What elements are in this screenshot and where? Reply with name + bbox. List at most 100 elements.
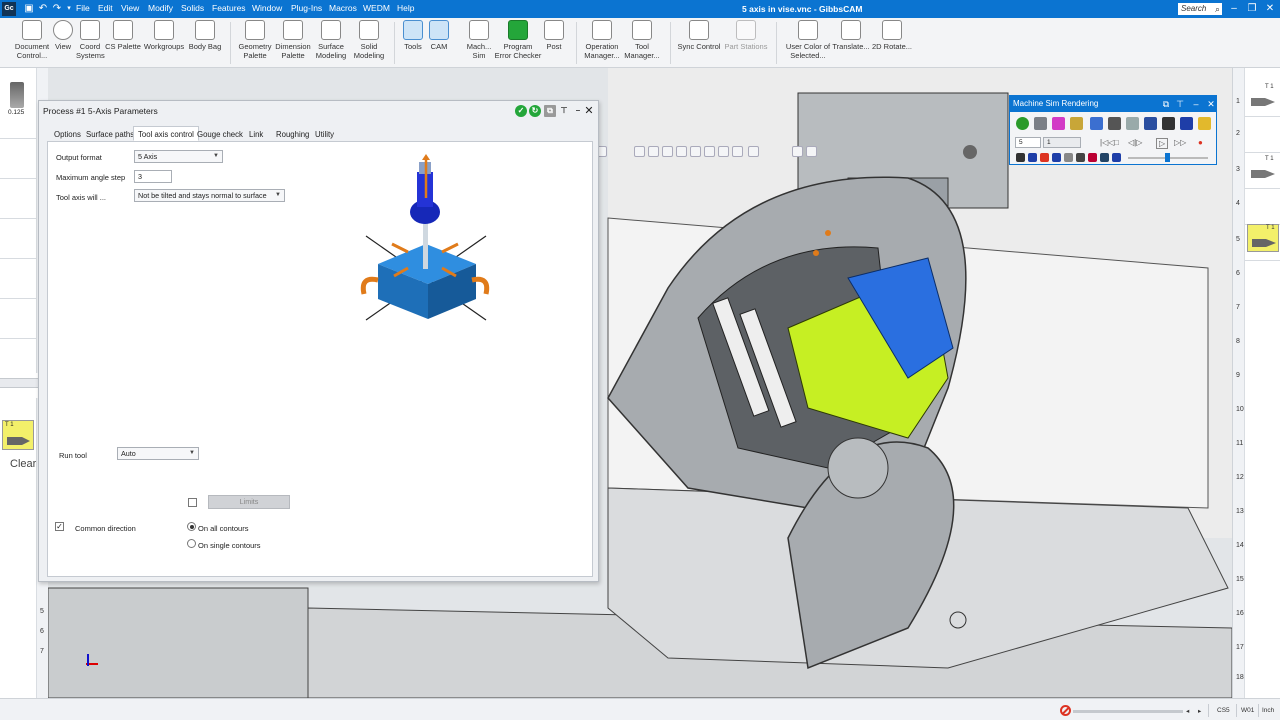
undo-icon[interactable]: ↶ [36,2,50,16]
cam-button[interactable]: CAM [426,20,452,51]
wcs-indicator[interactable]: W01 [1241,707,1254,714]
menu-view[interactable]: View [121,3,139,13]
render-mode-icon[interactable] [718,146,729,157]
limits-checkbox[interactable] [188,498,197,507]
pin-icon[interactable]: ⊤ [558,105,570,117]
sim-tool-icon[interactable] [1070,117,1083,130]
dimension-palette-button[interactable]: Dimension Palette [274,20,312,60]
tab-gouge-check[interactable]: Gouge check [192,126,248,141]
sim-mode-icon[interactable] [1100,153,1109,162]
document-control-button[interactable]: Document Control... [12,20,52,60]
minimize-icon[interactable]: – [1190,98,1202,110]
pin-icon[interactable]: ⊤ [1174,98,1186,110]
sim-mode-icon[interactable] [1064,153,1073,162]
sim-color-icon[interactable] [1052,117,1065,130]
slider-thumb[interactable] [1165,153,1170,162]
render-mode-icon[interactable] [662,146,673,157]
play-icon[interactable]: ▷ [1156,138,1169,149]
solid-modeling-button[interactable]: Solid Modeling [350,20,388,60]
menu-edit[interactable]: Edit [98,3,113,13]
body-bag-button[interactable]: Body Bag [186,20,224,51]
clear-button[interactable]: Clear [10,458,36,470]
output-format-select[interactable]: 5 Axis ▼ [134,150,223,163]
tab-surface-paths[interactable]: Surface paths [81,126,139,141]
copy-icon[interactable]: ⧉ [544,105,556,117]
apply-icon[interactable]: ↻ [529,105,541,117]
menu-solids[interactable]: Solids [181,3,204,13]
close-icon[interactable]: ✕ [1205,98,1217,110]
rotate-2d-button[interactable]: 2D Rotate... [870,20,914,51]
save-icon[interactable] [1180,117,1193,130]
run-tool-select[interactable]: Auto ▼ [117,447,199,460]
sim-mode-icon[interactable] [1076,153,1085,162]
scrollbar[interactable] [1233,68,1245,698]
geometry-palette-button[interactable]: Geometry Palette [236,20,274,60]
units-indicator[interactable]: Inch [1262,707,1274,714]
view-button[interactable]: View [52,20,74,51]
sim-mode-icon[interactable] [1052,153,1061,162]
open-folder-icon[interactable] [1198,117,1211,130]
lock-icon[interactable] [1108,117,1121,130]
tool-axis-select[interactable]: Not be tilted and stays normal to surfac… [134,189,285,202]
render-mode-icon[interactable] [690,146,701,157]
all-contours-radio[interactable] [187,522,196,531]
close-button[interactable]: ✕ [1262,2,1278,16]
eye-icon[interactable] [1162,117,1175,130]
menu-wedm[interactable]: WEDM [363,3,390,13]
tab-roughing[interactable]: Roughing [271,126,314,141]
rewind-icon[interactable]: |◁◁ [1100,138,1114,147]
operation-manager-button[interactable]: Operation Manager... [582,20,622,60]
tab-utility[interactable]: Utility [310,126,339,141]
user-color-button[interactable]: User Color of Selected... [782,20,834,60]
arrow-right-icon[interactable]: ▸ [1198,707,1201,715]
close-icon[interactable]: ✕ [582,104,596,118]
fast-forward-icon[interactable]: ▷▷ [1174,138,1186,147]
step-back-icon[interactable]: ◁|▷ [1128,138,1142,147]
surface-modeling-button[interactable]: Surface Modeling [312,20,350,60]
help-icon[interactable] [792,146,803,157]
post-button[interactable]: Post [542,20,566,51]
tools-button[interactable]: Tools [400,20,426,51]
coord-systems-button[interactable]: Coord Systems [76,20,105,60]
tool-tile[interactable]: T 1 [1247,156,1279,184]
arrow-left-icon[interactable]: ◂ [1186,707,1189,715]
tool-manager-button[interactable]: Tool Manager... [622,20,662,60]
program-error-checker-button[interactable]: Program Error Checker [494,20,542,60]
sim-start-icon[interactable] [1016,117,1029,130]
render-mode-icon[interactable] [732,146,743,157]
render-mode-icon[interactable] [704,146,715,157]
menu-features[interactable]: Features [212,3,246,13]
ok-icon[interactable]: ✓ [515,105,527,117]
sim-render-icon[interactable] [1034,117,1047,130]
search-input[interactable]: Search ⌕ [1178,3,1222,15]
tool-tile[interactable]: T 1 [2,420,34,450]
help-icon[interactable] [806,146,817,157]
menu-modify[interactable]: Modify [148,3,173,13]
render-mode-icon[interactable] [634,146,645,157]
menu-help[interactable]: Help [397,3,414,13]
list-icon[interactable] [1126,117,1139,130]
tool-tile[interactable]: T 1 [1247,84,1279,112]
save-icon[interactable]: ▣ [22,2,36,16]
render-mode-icon[interactable] [676,146,687,157]
sim-mode-icon[interactable] [1016,153,1025,162]
sim-mode-icon[interactable] [1088,153,1097,162]
common-direction-checkbox[interactable]: ✓ [55,522,64,531]
max-angle-step-input[interactable]: 3 [134,170,172,183]
record-icon[interactable]: ● [1198,138,1203,147]
copy-icon[interactable]: ⧉ [1160,98,1172,110]
tab-tool-axis-control[interactable]: Tool axis control [133,126,199,141]
quick-access-dropdown-icon[interactable]: ▾ [62,2,76,16]
workgroups-button[interactable]: Workgroups [142,20,186,51]
menu-macros[interactable]: Macros [329,3,357,13]
cs-palette-button[interactable]: CS Palette [104,20,142,51]
sim-step-input[interactable]: 5 [1015,137,1041,148]
sync-control-button[interactable]: Sync Control [676,20,722,51]
sim-step-input-2[interactable]: 1 [1043,137,1081,148]
menu-file[interactable]: File [76,3,90,13]
step-icon[interactable] [1144,117,1157,130]
sim-mode-icon[interactable] [1028,153,1037,162]
check-icon[interactable] [1090,117,1103,130]
render-mode-icon[interactable] [648,146,659,157]
machine-sim-button[interactable]: Mach... Sim [462,20,496,60]
